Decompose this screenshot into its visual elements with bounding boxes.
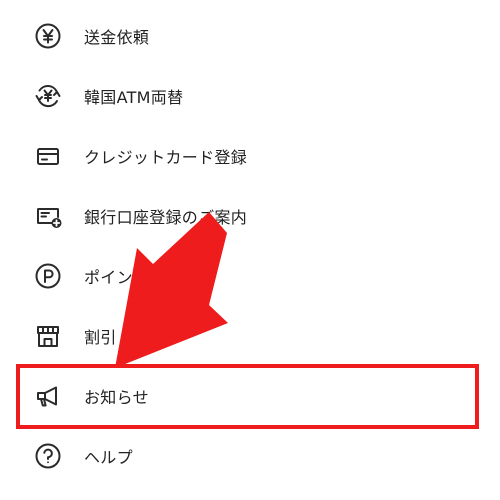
menu-item-korea-atm[interactable]: 韓国ATM両替 — [0, 66, 500, 126]
menu-item-label: ヘルプ — [84, 448, 133, 467]
menu-item-bank-account[interactable]: 銀行口座登録のご案内 — [0, 186, 500, 246]
menu-item-points[interactable]: ポイント — [0, 246, 500, 306]
menu-item-label: ポイント — [84, 268, 150, 287]
menu-item-label: 割引 — [84, 328, 117, 347]
credit-card-icon — [33, 141, 63, 171]
bank-card-plus-icon — [33, 201, 63, 231]
menu-item-label: 送金依頼 — [84, 28, 150, 47]
menu-item-label: クレジットカード登録 — [84, 148, 248, 167]
menu-item-credit-card[interactable]: クレジットカード登録 — [0, 126, 500, 186]
question-circle-icon — [33, 441, 63, 471]
menu-item-news[interactable]: お知らせ — [0, 366, 500, 426]
megaphone-icon — [33, 381, 63, 411]
yen-circle-icon — [33, 21, 63, 51]
menu-list: 送金依頼 韓国ATM両替 クレジットカード登録 銀行口座登録のご案内 ポイント … — [0, 0, 500, 500]
store-icon — [33, 321, 63, 351]
menu-item-discount[interactable]: 割引 — [0, 306, 500, 366]
menu-item-help[interactable]: ヘルプ — [0, 426, 500, 486]
menu-item-remittance[interactable]: 送金依頼 — [0, 6, 500, 66]
menu-item-label: 韓国ATM両替 — [84, 88, 184, 107]
menu-item-label: 銀行口座登録のご案内 — [84, 208, 248, 227]
yen-exchange-icon — [33, 81, 63, 111]
menu-item-label: お知らせ — [84, 388, 149, 407]
p-circle-icon — [33, 261, 63, 291]
